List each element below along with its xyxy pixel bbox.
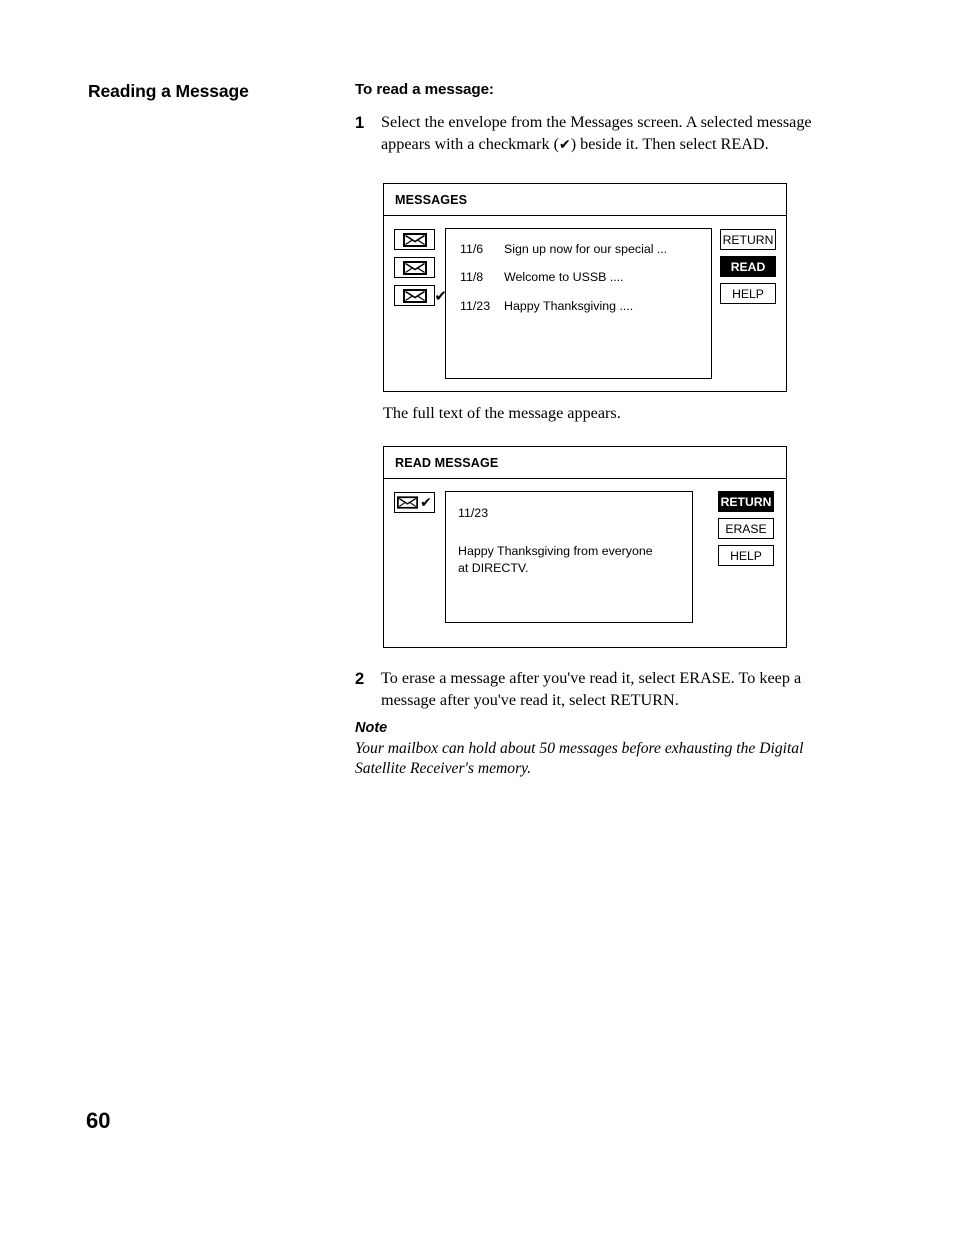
selected-checkmark-icon: ✔ <box>434 287 447 305</box>
read-message-screen-mockup: READ MESSAGE ✔ 11/23 Happy Thanksgiving … <box>383 446 787 648</box>
page-number: 60 <box>86 1108 111 1133</box>
read-message-button-column: RETURN ERASE HELP <box>718 491 774 566</box>
message-text-panel: 11/23 Happy Thanksgiving from everyone a… <box>445 491 693 623</box>
envelope-cell-2[interactable] <box>394 257 435 278</box>
step-1-text-part-2: ) beside it. Then select READ. <box>570 134 769 153</box>
message-subject: Welcome to USSB .... <box>504 270 624 285</box>
help-button[interactable]: HELP <box>720 283 776 304</box>
erase-button[interactable]: ERASE <box>718 518 774 539</box>
message-list-item[interactable]: 11/23 Happy Thanksgiving .... <box>460 298 711 313</box>
envelope-cell-3-selected[interactable]: ✔ <box>394 285 447 306</box>
step-1: 1 Select the envelope from the Messages … <box>355 112 855 155</box>
message-list-panel: 11/6 Sign up now for our special ... 11/… <box>445 228 712 379</box>
envelope-icon <box>402 232 427 247</box>
envelope-cell-selected[interactable]: ✔ <box>394 492 435 513</box>
messages-screen-body: ✔ 11/6 Sign up now for our special ... 1… <box>384 216 786 386</box>
envelope-column: ✔ <box>394 228 447 306</box>
step-2-number: 2 <box>355 670 365 688</box>
message-date: 11/23 <box>458 506 489 520</box>
return-button[interactable]: RETURN <box>718 491 774 512</box>
messages-button-column: RETURN READ HELP <box>720 229 776 304</box>
help-button[interactable]: HELP <box>718 545 774 566</box>
procedure-column: To read a message: 1 Select the envelope… <box>355 81 855 159</box>
message-list-item[interactable]: 11/8 Welcome to USSB .... <box>460 270 711 285</box>
message-body: Happy Thanksgiving from everyone at DIRE… <box>458 543 692 578</box>
return-button[interactable]: RETURN <box>720 229 776 250</box>
message-date: 11/23 <box>460 298 491 313</box>
message-date: 11/6 <box>460 242 484 256</box>
note-body: Your mailbox can hold about 50 messages … <box>355 740 804 778</box>
note-block: Note Your mailbox can hold about 50 mess… <box>355 720 835 780</box>
message-date: 11/8 <box>460 270 484 285</box>
messages-screen-title: MESSAGES <box>384 184 786 216</box>
step-2-text: To erase a message after you've read it,… <box>381 669 802 709</box>
document-page: Reading a Message To read a message: 1 S… <box>0 0 954 1235</box>
step-2-container: 2 To erase a message after you've read i… <box>355 668 845 715</box>
step-1-text: Select the envelope from the Messages sc… <box>381 112 855 155</box>
messages-screen-mockup: MESSAGES ✔ 11/6 Sign up now for our spec… <box>383 183 787 392</box>
checkmark-icon: ✔ <box>558 136 571 153</box>
mockup-caption: The full text of the message appears. <box>383 404 621 422</box>
envelope-icon <box>402 260 427 275</box>
message-subject: Happy Thanksgiving .... <box>504 298 634 313</box>
message-body-line-2: at DIRECTV. <box>458 561 529 576</box>
section-heading: Reading a Message <box>88 81 249 101</box>
message-body-line-1: Happy Thanksgiving from everyone <box>458 543 653 558</box>
read-message-screen-title: READ MESSAGE <box>384 447 786 479</box>
read-button[interactable]: READ <box>720 256 776 277</box>
selected-checkmark-icon: ✔ <box>420 494 432 511</box>
step-1-number: 1 <box>355 114 365 132</box>
envelope-icon <box>397 496 419 509</box>
message-subject: Sign up now for our special ... <box>504 242 668 256</box>
envelope-icon <box>402 288 427 303</box>
envelope-cell-1[interactable] <box>394 229 435 250</box>
envelope-column: ✔ <box>394 491 435 513</box>
read-message-screen-body: ✔ 11/23 Happy Thanksgiving from everyone… <box>384 479 786 641</box>
message-list-item[interactable]: 11/6 Sign up now for our special ... <box>460 242 711 256</box>
note-title: Note <box>355 720 388 736</box>
procedure-heading: To read a message: <box>355 81 494 98</box>
step-2: 2 To erase a message after you've read i… <box>355 668 845 711</box>
